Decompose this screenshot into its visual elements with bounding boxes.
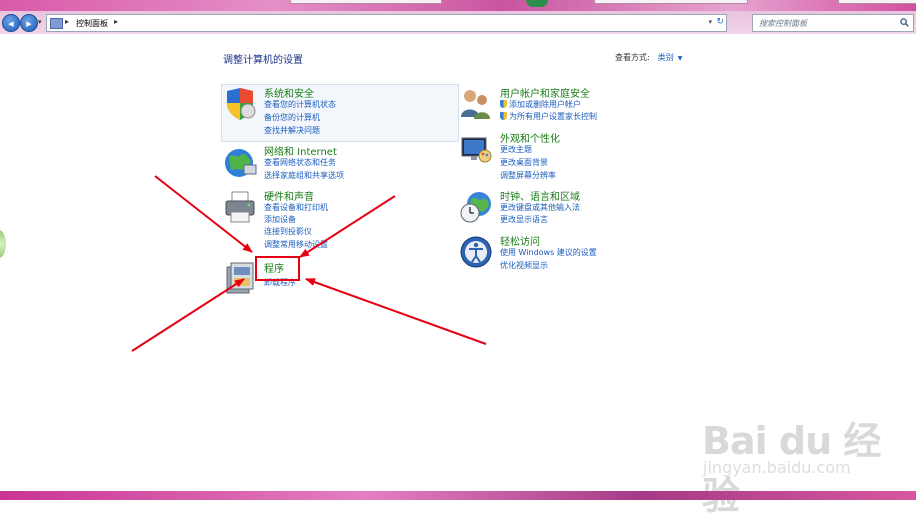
annotation-arrow (154, 175, 253, 253)
annotation-arrow (305, 278, 487, 345)
taskbar[interactable] (0, 491, 916, 500)
annotation-arrow (299, 195, 396, 258)
baidu-watermark-url: jingyan.baidu.com (703, 458, 851, 477)
annotation-arrow (131, 278, 245, 352)
